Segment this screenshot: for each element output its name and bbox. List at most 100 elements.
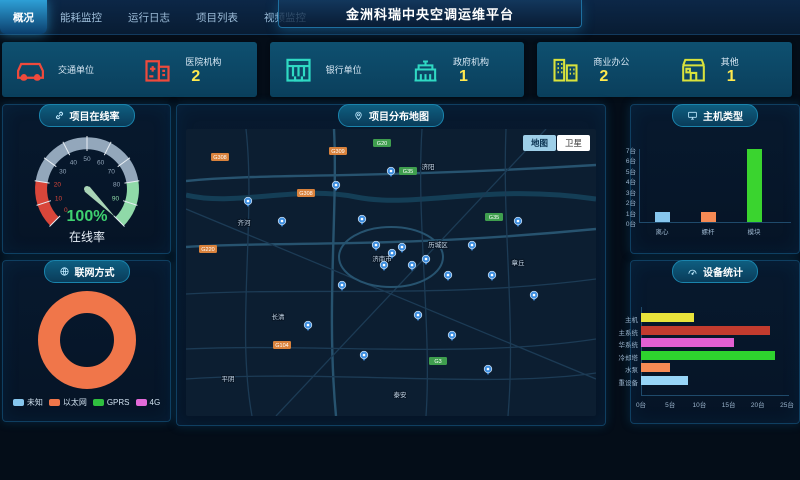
tab-run-logs[interactable]: 运行日志	[115, 0, 183, 34]
road-badge: G308	[297, 189, 315, 197]
stat-label: 政府机构	[453, 55, 489, 68]
y-tick-label: 3台	[615, 187, 636, 197]
x-tick-label: 15台	[717, 399, 741, 409]
project-pin[interactable]	[448, 331, 456, 341]
y-tick-label: 7台	[615, 145, 636, 155]
svg-text:G308: G308	[213, 155, 226, 161]
project-pin[interactable]	[514, 217, 522, 227]
project-pin[interactable]	[338, 281, 346, 291]
stat-card-2[interactable]: 银行单位政府机构1	[270, 42, 525, 97]
map-pin-icon	[353, 110, 364, 121]
project-pin[interactable]	[398, 243, 406, 253]
map-place-label: 历城区	[428, 241, 448, 249]
stat-label: 商业办公	[593, 55, 629, 68]
tab-energy-monitor[interactable]: 能耗监控	[47, 0, 115, 34]
project-pin[interactable]	[278, 217, 286, 227]
road-badge: G308	[211, 153, 229, 161]
project-pin[interactable]	[358, 215, 366, 225]
svg-text:G20: G20	[377, 141, 387, 147]
svg-text:G104: G104	[275, 343, 288, 349]
globe-icon	[59, 266, 70, 277]
project-pin[interactable]	[304, 321, 312, 331]
project-pin[interactable]	[444, 271, 452, 281]
host-type-bar-chart: 0台1台2台3台4台5台6台7台离心螺杆模块	[631, 105, 799, 253]
monitor-icon	[687, 110, 698, 121]
network-donut-chart: 未知以太网 GPRS 4G	[3, 283, 170, 421]
device-stats-bar-chart: 主机主系统华系统冷却塔水泵重设备0台5台10台15台20台25台	[631, 261, 799, 423]
panel-host-type: 0台1台2台3台4台5台6台7台离心螺杆模块 主机类型	[630, 104, 800, 254]
gauge-svg: 0102030405060708090100%在线率	[5, 127, 169, 251]
stat-cards-row: 交通单位医院机构2银行单位政府机构1商业办公2其他1	[2, 42, 792, 97]
legend-swatch	[93, 399, 104, 406]
page-title-text: 金洲科瑞中央空调运维平台	[346, 4, 514, 23]
x-tick-label: 5台	[658, 399, 682, 409]
map-btn-map[interactable]: 地图	[523, 135, 556, 151]
bar-离心	[655, 212, 670, 222]
x-tick-label: 0台	[629, 399, 653, 409]
project-pin[interactable]	[488, 271, 496, 281]
panel-online-rate: 0102030405060708090100%在线率 项目在线率	[2, 104, 171, 254]
project-pin[interactable]	[380, 261, 388, 271]
project-pin[interactable]	[414, 311, 422, 321]
svg-text:G308: G308	[299, 191, 312, 197]
y-category-label: 主系统	[613, 327, 638, 337]
svg-text:60: 60	[96, 159, 104, 166]
svg-text:100%: 100%	[66, 208, 107, 225]
stat-label: 其他	[721, 55, 739, 68]
stat-card-1[interactable]: 交通单位医院机构2	[2, 42, 257, 97]
legend-item-以太网[interactable]: 以太网	[49, 397, 87, 408]
page-title: 金洲科瑞中央空调运维平台	[278, 0, 582, 28]
panel-title-text: 项目分布地图	[369, 108, 429, 123]
top-navbar: 概况能耗监控运行日志项目列表视频监控 金洲科瑞中央空调运维平台	[0, 0, 800, 35]
project-pin[interactable]	[484, 365, 492, 375]
svg-text:20: 20	[53, 181, 61, 188]
map-place-label: 章丘	[512, 258, 526, 267]
project-pin[interactable]	[244, 197, 252, 207]
map-place-label: 泰安	[394, 390, 408, 399]
panel-title-text: 项目在线率	[70, 108, 120, 123]
y-category-label: 重设备	[613, 377, 638, 387]
online-rate-gauge: 0102030405060708090100%在线率	[3, 127, 170, 253]
bank-icon	[282, 53, 315, 86]
gauge-icon	[687, 266, 698, 277]
bar-冷却塔	[641, 351, 775, 360]
stat-item: 银行单位	[270, 53, 397, 86]
project-pin[interactable]	[387, 167, 395, 177]
svg-text:10: 10	[54, 195, 62, 202]
map-place-label: 齐河	[238, 218, 252, 227]
stat-item: 医院机构2	[129, 53, 256, 86]
bar-模块	[747, 149, 762, 222]
map-place-label: 长清	[272, 312, 286, 321]
project-pin[interactable]	[372, 241, 380, 251]
government-icon	[409, 53, 442, 86]
panel-title: 项目在线率	[39, 104, 135, 127]
tab-overview[interactable]: 概况	[0, 0, 47, 34]
legend-item-GPRS[interactable]: GPRS	[93, 398, 130, 407]
legend-item-未知[interactable]: 未知	[13, 397, 43, 408]
map-canvas[interactable]: G308G309G20G35G220G308G104G3G35 济阳齐河章丘长清…	[186, 129, 596, 416]
svg-text:70: 70	[107, 168, 115, 175]
svg-text:90: 90	[111, 195, 119, 202]
road-badge: G35	[485, 213, 503, 221]
project-pin[interactable]	[360, 351, 368, 361]
legend-item-4G[interactable]: 4G	[136, 398, 161, 407]
project-pin[interactable]	[468, 241, 476, 251]
bar-螺杆	[701, 212, 716, 222]
panel-title: 设备统计	[672, 260, 758, 283]
road-badge: G3	[429, 357, 447, 365]
road-badge: G309	[329, 147, 347, 155]
stat-card-3[interactable]: 商业办公2其他1	[537, 42, 792, 97]
y-category-label: 冷却塔	[613, 352, 638, 362]
map-place-label: 平阴	[222, 374, 235, 383]
network-legend: 未知以太网 GPRS 4G	[13, 397, 160, 408]
project-pin[interactable]	[530, 291, 538, 301]
x-category-label: 螺杆	[688, 226, 728, 236]
tab-project-list[interactable]: 项目列表	[183, 0, 251, 34]
stat-value: 2	[599, 68, 629, 85]
y-tick-label: 4台	[615, 176, 636, 186]
panel-title-text: 设备统计	[703, 264, 743, 279]
y-category-label: 水泵	[613, 364, 638, 374]
map-btn-satellite[interactable]: 卫星	[557, 135, 590, 151]
svg-text:在线率: 在线率	[68, 229, 104, 244]
stat-item: 商业办公2	[537, 53, 664, 86]
